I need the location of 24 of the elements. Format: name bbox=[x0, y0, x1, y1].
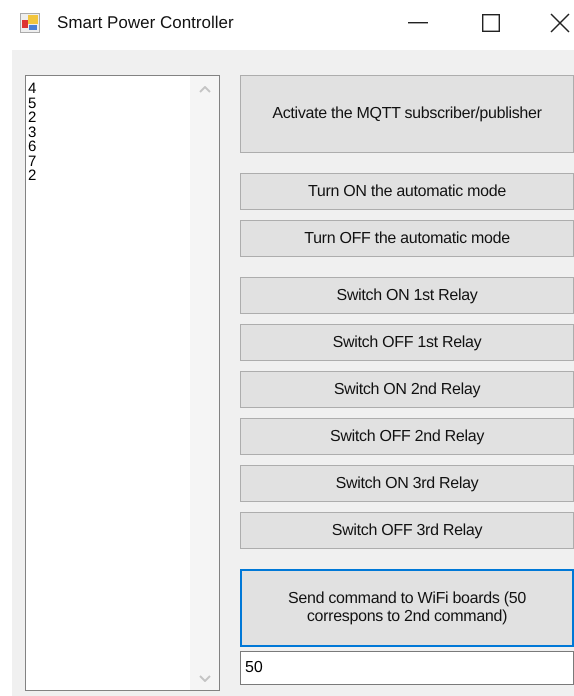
list-box[interactable]: 4 5 2 3 6 7 2 bbox=[25, 75, 220, 691]
action-button[interactable]: Switch ON 1st Relay bbox=[240, 277, 574, 314]
action-button[interactable]: Switch OFF 3rd Relay bbox=[240, 512, 574, 549]
action-button[interactable]: Turn ON the automatic mode bbox=[240, 173, 574, 210]
list-item[interactable]: 2 bbox=[28, 169, 190, 184]
action-button[interactable]: Turn OFF the automatic mode bbox=[240, 220, 574, 257]
list-item[interactable]: 6 bbox=[28, 140, 190, 154]
minimize-icon[interactable] bbox=[408, 22, 428, 24]
window-title: Smart Power Controller bbox=[57, 13, 234, 33]
action-button[interactable]: Send command to WiFi boards (50 correspons to 2nd command) bbox=[240, 569, 574, 647]
list-item[interactable]: 4 bbox=[28, 82, 190, 96]
action-button[interactable]: Switch OFF 2nd Relay bbox=[240, 418, 574, 455]
app-icon bbox=[20, 13, 40, 33]
action-button[interactable]: Switch ON 3rd Relay bbox=[240, 465, 574, 502]
action-button[interactable]: Switch ON 2nd Relay bbox=[240, 371, 574, 408]
close-icon[interactable] bbox=[550, 13, 570, 33]
command-field[interactable]: 50 bbox=[240, 651, 574, 685]
list-item[interactable]: 2 bbox=[28, 111, 190, 126]
action-button[interactable]: Activate the MQTT subscriber/publisher bbox=[240, 75, 574, 153]
list-item[interactable]: 7 bbox=[28, 154, 190, 169]
list-item[interactable]: 5 bbox=[28, 96, 190, 111]
list-item[interactable]: 3 bbox=[28, 126, 190, 140]
maximize-icon[interactable] bbox=[482, 14, 500, 32]
action-button[interactable]: Switch OFF 1st Relay bbox=[240, 324, 574, 361]
